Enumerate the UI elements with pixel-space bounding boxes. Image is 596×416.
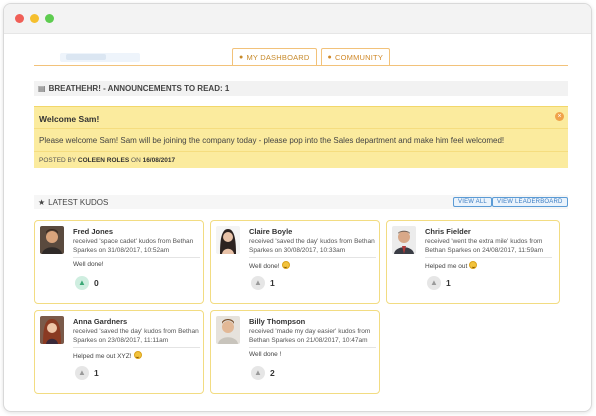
kudos-recipient[interactable]: Chris Fielder (425, 227, 471, 236)
minimize-window-button[interactable] (30, 14, 39, 23)
kudos-description: received 'saved the day' kudos from Beth… (249, 238, 375, 254)
kudos-message-text: Well done! (249, 263, 280, 270)
kudos-message: Helped me out XYZ! (73, 351, 142, 360)
announcements-header: ▤ BREATHEHR! - ANNOUNCEMENTS TO READ: 1 (34, 81, 568, 96)
newspaper-icon: ▤ (38, 84, 46, 93)
star-icon: ★ (38, 197, 46, 207)
thumbs-up-icon[interactable]: ▲ (251, 366, 265, 380)
tab-label: MY DASHBOARD (246, 53, 310, 62)
announcement-meta: POSTED BY COLEEN ROLES ON 16/08/2017 (39, 157, 175, 164)
divider (425, 257, 552, 258)
avatar (216, 316, 240, 344)
tab-label: COMMUNITY (334, 53, 384, 62)
kudos-card: Chris Fielder received 'went the extra m… (386, 220, 560, 304)
kudos-description: received 'went the extra mile' kudos fro… (425, 238, 544, 254)
avatar (392, 226, 416, 254)
divider (249, 257, 376, 258)
window-titlebar (4, 4, 591, 34)
close-icon[interactable]: × (555, 112, 564, 121)
kudos-message: Helped me out (425, 261, 478, 270)
kudos-description: received 'saved the day' kudos from Beth… (73, 328, 199, 344)
view-leaderboard-button[interactable]: VIEW LEADERBOARD (492, 197, 568, 207)
maximize-window-button[interactable] (45, 14, 54, 23)
kudos-message: Well done! (73, 261, 104, 268)
lightbulb-icon: ● (239, 54, 244, 61)
avatar (216, 226, 240, 254)
tab-community[interactable]: ● COMMUNITY (320, 48, 391, 66)
avatar (40, 316, 64, 344)
kudos-recipient[interactable]: Billy Thompson (249, 317, 305, 326)
avatar (40, 226, 64, 254)
kudos-card: Billy Thompson received 'made my day eas… (210, 310, 380, 394)
on-word: ON (131, 157, 141, 164)
kudos-recipient[interactable]: Fred Jones (73, 227, 113, 236)
kudos-description: received 'space cadet' kudos from Bethan… (73, 238, 194, 254)
announcement-date: 16/08/2017 (142, 157, 176, 164)
kudos-card: Fred Jones received 'space cadet' kudos … (34, 220, 204, 304)
divider (73, 347, 200, 348)
kudos-header: ★ LATEST KUDOS VIEW ALL VIEW LEADERBOARD (34, 195, 568, 209)
kudos-recipient[interactable]: Anna Gardners (73, 317, 127, 326)
like-count: 0 (94, 278, 99, 288)
like-count: 1 (446, 278, 451, 288)
kudos-header-label: LATEST KUDOS (48, 197, 109, 207)
tab-my-dashboard[interactable]: ● MY DASHBOARD (232, 48, 317, 66)
kudos-description: received 'made my day easier' kudos from… (249, 328, 371, 344)
like-count: 1 (94, 368, 99, 378)
announcement-body: Please welcome Sam! Sam will be joining … (39, 136, 505, 145)
kudos-message: Well done! (249, 261, 290, 270)
posted-by-prefix: POSTED BY (39, 157, 77, 164)
tab-underline (34, 65, 568, 66)
kudos-message-text: Helped me out XYZ! (73, 353, 132, 360)
thumbs-up-icon[interactable]: ▲ (75, 276, 89, 290)
kudos-message: Well done ! (249, 351, 281, 358)
announcement-card: Welcome Sam! × Please welcome Sam! Sam w… (34, 106, 568, 168)
kudos-message-text: Well done! (73, 261, 104, 268)
lightbulb-icon: ● (327, 54, 332, 61)
announcement-author: COLEEN ROLES (77, 157, 130, 164)
close-window-button[interactable] (15, 14, 24, 23)
like-count: 1 (270, 278, 275, 288)
kudos-message-text: Helped me out (425, 263, 468, 270)
thumbs-up-icon[interactable]: ▲ (75, 366, 89, 380)
divider (34, 128, 568, 129)
divider (249, 347, 376, 348)
smiley-icon (133, 351, 142, 359)
smiley-icon (469, 261, 478, 269)
announcements-header-label: BREATHEHR! - ANNOUNCEMENTS TO READ: 1 (48, 84, 230, 93)
thumbs-up-icon[interactable]: ▲ (427, 276, 441, 290)
smiley-icon (281, 261, 290, 269)
kudos-card: Claire Boyle received 'saved the day' ku… (210, 220, 380, 304)
announcement-title: Welcome Sam! (39, 114, 100, 124)
search-placeholder (60, 53, 140, 62)
thumbs-up-icon[interactable]: ▲ (251, 276, 265, 290)
kudos-recipient[interactable]: Claire Boyle (249, 227, 292, 236)
view-all-button[interactable]: VIEW ALL (453, 197, 492, 207)
like-count: 2 (270, 368, 275, 378)
kudos-card: Anna Gardners received 'saved the day' k… (34, 310, 204, 394)
divider (73, 257, 200, 258)
main-tabs: ● MY DASHBOARD ● COMMUNITY (232, 48, 391, 66)
browser-window: ● MY DASHBOARD ● COMMUNITY ▤ BREATHEHR! … (3, 3, 592, 412)
kudos-message-text: Well done ! (249, 351, 282, 358)
divider (34, 151, 568, 152)
